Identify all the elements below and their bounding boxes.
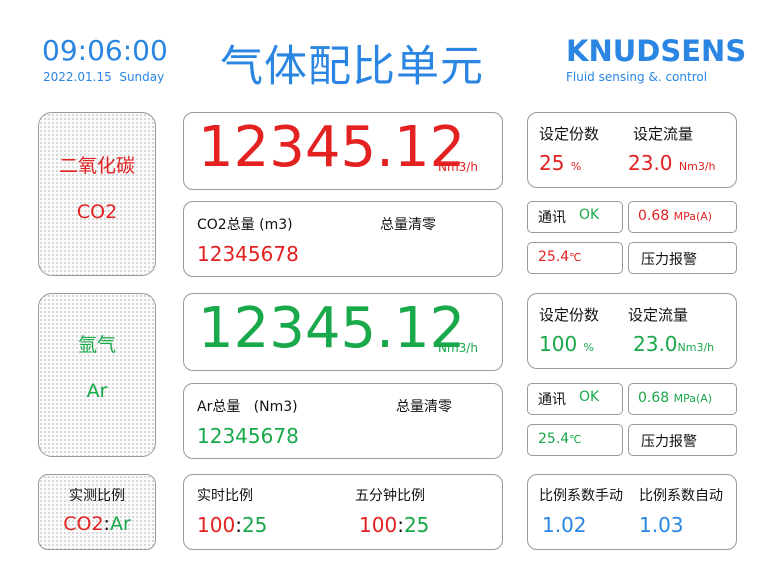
co2-set-share-unit: % xyxy=(570,160,582,173)
ar-total-value: 12345678 xyxy=(197,424,299,448)
co2-temp-number: 25.4 xyxy=(538,249,570,265)
co2-set-share-number: 25 xyxy=(539,151,565,175)
realtime-ratio-sep: : xyxy=(235,513,242,537)
ar-set-flow-unit: Nm3/h xyxy=(677,341,715,354)
realtime-ratio-value: 100:25 xyxy=(197,513,267,537)
co2-comm-label: 通讯 xyxy=(538,210,566,226)
fivemin-ratio-value: 100:25 xyxy=(359,513,429,537)
co2-temp-value: 25.4℃ xyxy=(538,249,582,265)
clock-time: 09:06:00 xyxy=(42,34,168,67)
ar-gas-label-card: 氩气 Ar xyxy=(38,293,156,457)
realtime-ratio-co2: 100 xyxy=(197,513,236,537)
co2-flow-unit: Nm3/h xyxy=(438,160,478,174)
fivemin-ratio-co2: 100 xyxy=(359,513,398,537)
coef-auto-button[interactable]: 比例系数自动 xyxy=(639,485,723,505)
co2-set-flow-value[interactable]: 23.0 Nm3/h xyxy=(628,151,716,175)
ar-set-share-unit: % xyxy=(583,341,594,354)
co2-pressure-alarm-button[interactable]: 压力报警 xyxy=(628,242,737,274)
ar-temp-number: 25.4 xyxy=(538,431,570,447)
co2-set-flow-label: 设定流量 xyxy=(633,125,694,143)
brand-tagline: Fluid sensing &. control xyxy=(566,70,708,84)
coef-auto-value[interactable]: 1.03 xyxy=(639,513,684,537)
coef-manual-button[interactable]: 比例系数手动 xyxy=(539,485,623,505)
ar-comm-ok: OK xyxy=(579,389,600,405)
co2-pressure-unit: MPa(A) xyxy=(673,210,713,223)
co2-gas-label-card: 二氧化碳 CO2 xyxy=(38,112,156,276)
ar-temp-unit: ℃ xyxy=(569,433,582,446)
ratio-ar-label: Ar xyxy=(109,513,131,535)
fivemin-ratio-ar: 25 xyxy=(403,513,430,537)
ar-set-flow-value[interactable]: 23.0Nm3/h xyxy=(633,332,714,356)
fivemin-ratio-sep: : xyxy=(397,513,404,537)
brand-logo: KNUDSENS xyxy=(566,34,747,68)
ar-pressure-readout: 0.68 MPa(A) xyxy=(628,383,737,415)
co2-pressure-value: 0.68 MPa(A) xyxy=(638,208,712,224)
ar-comm-status: 通讯 OK xyxy=(527,383,623,415)
ar-flow-display: 12345.12 Nm3/h xyxy=(183,293,503,371)
ar-temperature-readout: 25.4℃ xyxy=(527,424,623,456)
ar-total-reset-button[interactable]: 总量清零 xyxy=(396,396,452,416)
co2-name-cn: 二氧化碳 xyxy=(58,155,135,177)
co2-alarm-label: 压力报警 xyxy=(641,252,697,268)
ratio-values-card: 实时比例 五分钟比例 100:25 100:25 xyxy=(183,474,503,550)
fivemin-ratio-label: 五分钟比例 xyxy=(355,488,425,504)
ratio-coefficient-card: 比例系数手动 比例系数自动 1.02 1.03 xyxy=(527,474,737,550)
co2-set-share-value[interactable]: 25 % xyxy=(539,151,581,175)
ar-name-en: Ar xyxy=(86,380,108,402)
ar-set-flow-label: 设定流量 xyxy=(628,306,689,324)
clock-date: 2022.01.15 Sunday xyxy=(43,70,165,84)
ar-temp-value: 25.4℃ xyxy=(538,431,582,447)
ar-total-label: Ar总量 (Nm3) xyxy=(197,399,298,415)
co2-flow-display: 12345.12 Nm3/h xyxy=(183,112,503,190)
realtime-ratio-ar: 25 xyxy=(241,513,268,537)
page-title: 气体配比单元 xyxy=(220,42,484,92)
co2-pressure-number: 0.68 xyxy=(638,208,670,224)
co2-comm-ok: OK xyxy=(579,207,600,223)
ar-pressure-value: 0.68 MPa(A) xyxy=(638,390,712,406)
realtime-ratio-label: 实时比例 xyxy=(197,488,253,504)
co2-comm-status: 通讯 OK xyxy=(527,201,623,233)
co2-flow-value: 12345.12 xyxy=(198,115,466,180)
ar-name-cn: 氩气 xyxy=(77,334,116,356)
ar-pressure-unit: MPa(A) xyxy=(673,392,713,405)
measured-ratio-card: 实测比例 CO2:Ar xyxy=(38,474,156,550)
ar-total-card: Ar总量 (Nm3) 总量清零 12345678 xyxy=(183,383,503,459)
co2-pressure-readout: 0.68 MPa(A) xyxy=(628,201,737,233)
ar-comm-label: 通讯 xyxy=(538,392,566,408)
co2-set-flow-unit: Nm3/h xyxy=(678,160,716,173)
co2-name-en: CO2 xyxy=(76,201,118,223)
co2-set-flow-number: 23.0 xyxy=(628,151,673,175)
co2-total-label: CO2总量 (m3) xyxy=(197,217,293,233)
ar-set-flow-number: 23.0 xyxy=(633,332,678,356)
ar-set-share-label: 设定份数 xyxy=(539,306,600,324)
ar-set-share-number: 100 xyxy=(539,332,578,356)
coef-manual-value[interactable]: 1.02 xyxy=(542,513,587,537)
co2-setpoint-card: 设定份数 设定流量 25 % 23.0 Nm3/h xyxy=(527,112,737,188)
ar-pressure-alarm-button[interactable]: 压力报警 xyxy=(628,424,737,456)
co2-temp-unit: ℃ xyxy=(569,251,582,264)
co2-total-card: CO2总量 (m3) 总量清零 12345678 xyxy=(183,201,503,277)
ar-set-share-value[interactable]: 100 % xyxy=(539,332,594,356)
ar-setpoint-card: 设定份数 设定流量 100 % 23.0Nm3/h xyxy=(527,293,737,369)
measured-ratio-value: CO2:Ar xyxy=(39,513,155,535)
co2-total-value: 12345678 xyxy=(197,242,299,266)
ar-flow-unit: Nm3/h xyxy=(438,341,478,355)
co2-total-reset-button[interactable]: 总量清零 xyxy=(380,214,436,234)
co2-set-share-label: 设定份数 xyxy=(539,125,600,143)
co2-temperature-readout: 25.4℃ xyxy=(527,242,623,274)
ar-alarm-label: 压力报警 xyxy=(641,434,697,450)
ar-flow-value: 12345.12 xyxy=(198,296,466,361)
ratio-co2-label: CO2 xyxy=(63,513,104,535)
measured-ratio-title: 实测比例 xyxy=(69,488,125,504)
ar-pressure-number: 0.68 xyxy=(638,390,670,406)
